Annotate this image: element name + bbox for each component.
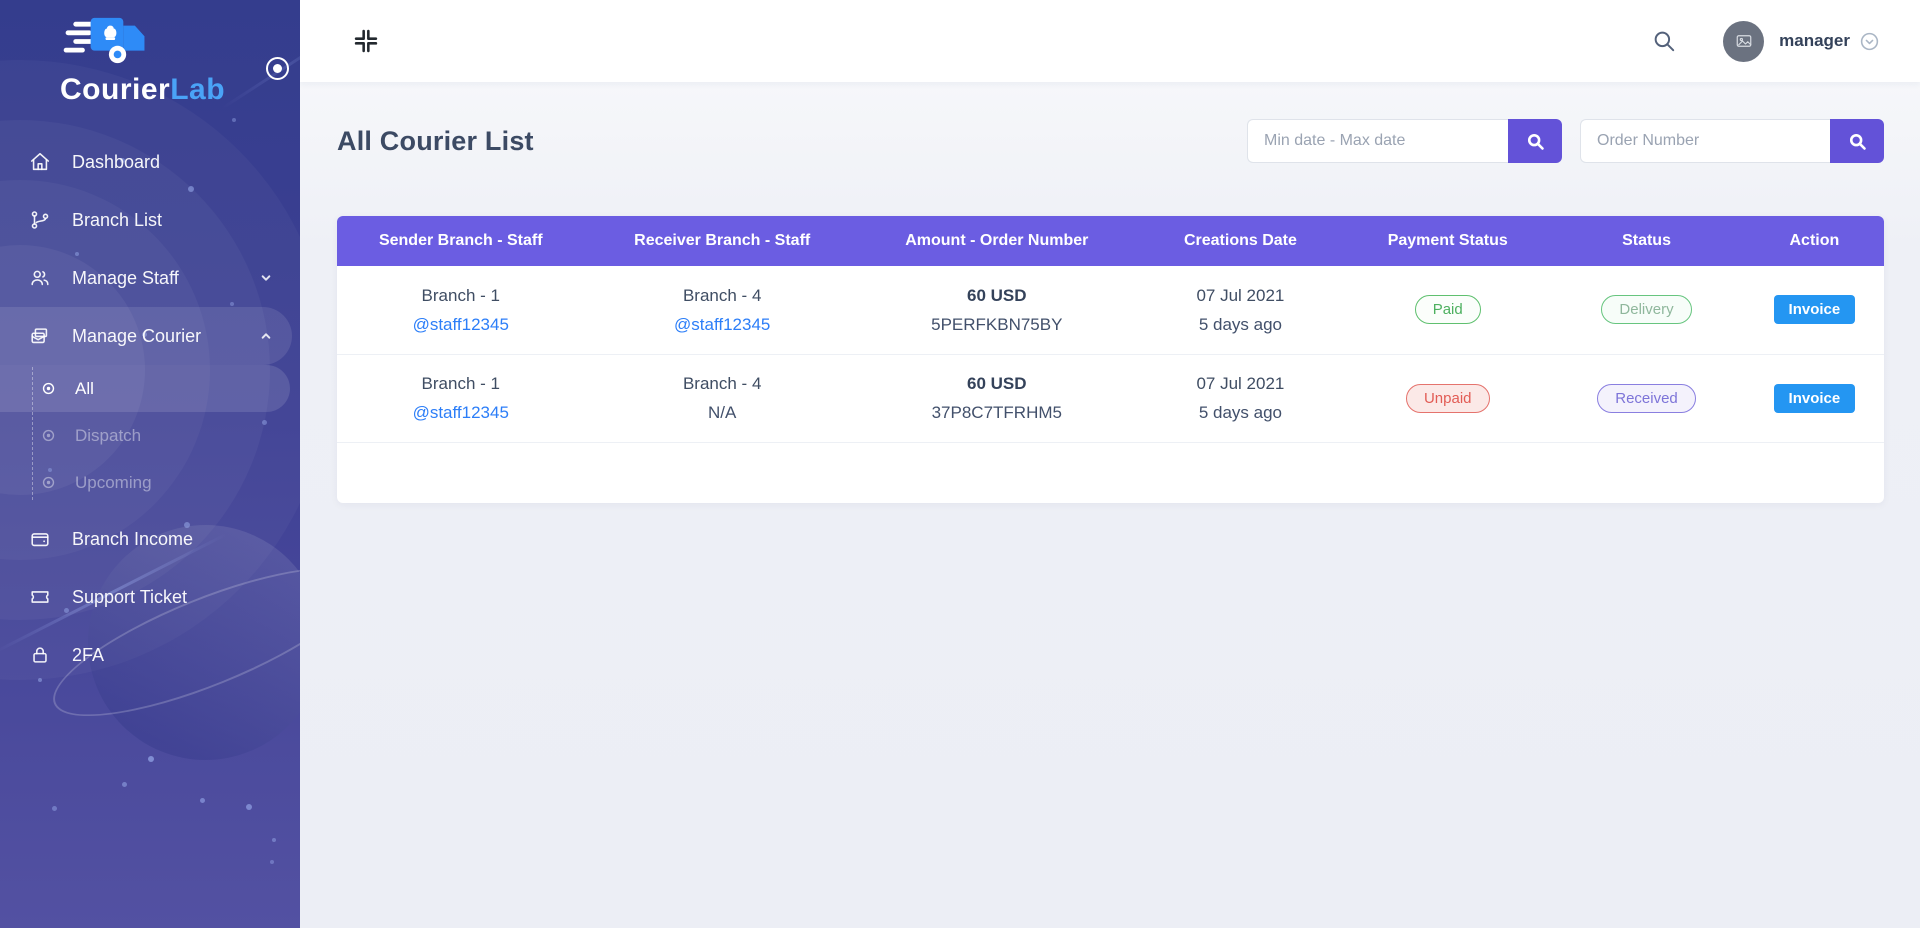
- sender-branch: Branch - 1: [421, 285, 500, 305]
- circle-dot-icon: [42, 429, 55, 442]
- courier-table: Sender Branch - Staff Receiver Branch - …: [337, 216, 1884, 443]
- col-payment: Payment Status: [1347, 216, 1549, 266]
- chevron-up-icon: [261, 333, 271, 339]
- sidebar-collapse-toggle[interactable]: [266, 57, 289, 80]
- sidebar-item-label: Manage Staff: [72, 267, 179, 288]
- filters: [1247, 119, 1884, 163]
- order-number: 37P8C7TFRHM5: [931, 403, 1062, 422]
- sidebar-nav: Dashboard Branch List Manage Staff Manag…: [0, 133, 300, 684]
- col-status: Status: [1548, 216, 1745, 266]
- manage-courier-submenu: All Dispatch Upcoming: [0, 365, 300, 506]
- order-number: 5PERFKBN75BY: [931, 314, 1063, 334]
- date-filter-group: [1247, 119, 1562, 163]
- staff-icon: [31, 270, 49, 286]
- invoice-button[interactable]: Invoice: [1773, 383, 1856, 413]
- col-amount: Amount - Order Number: [859, 216, 1134, 266]
- compress-layout-button[interactable]: [352, 27, 380, 55]
- amount: 60 USD: [967, 285, 1027, 305]
- sender-staff-link[interactable]: @staff12345: [413, 315, 509, 334]
- lock-icon: [33, 647, 47, 663]
- search-icon: [1849, 133, 1866, 150]
- search-icon: [1527, 133, 1544, 150]
- sidebar: CourierLab Dashboard Branch List Manage …: [0, 0, 300, 928]
- sidebar-item-support-ticket[interactable]: Support Ticket: [0, 568, 300, 626]
- chevron-down-circle-icon[interactable]: [1859, 31, 1880, 52]
- receiver-staff-link[interactable]: @staff12345: [674, 315, 770, 334]
- amount: 60 USD: [967, 374, 1027, 393]
- branch-icon: [31, 211, 49, 229]
- brand-logo[interactable]: CourierLab: [0, 0, 300, 107]
- sidebar-item-manage-courier[interactable]: Manage Courier: [0, 307, 292, 365]
- brand-name: CourierLab: [60, 73, 226, 106]
- sidebar-item-branch-income[interactable]: Branch Income: [0, 510, 300, 568]
- col-date: Creations Date: [1133, 216, 1348, 266]
- payment-status-badge: Unpaid: [1405, 383, 1490, 413]
- payment-status-badge: Paid: [1414, 295, 1481, 325]
- sidebar-item-label: 2FA: [72, 644, 105, 665]
- avatar[interactable]: [1723, 20, 1765, 62]
- order-filter-group: [1580, 119, 1884, 163]
- col-receiver: Receiver Branch - Staff: [584, 216, 860, 266]
- date-range-input[interactable]: [1247, 119, 1508, 163]
- status-badge: Received: [1597, 383, 1696, 413]
- user-menu[interactable]: manager: [1779, 31, 1850, 51]
- submenu-item-dispatch[interactable]: Dispatch: [0, 412, 300, 459]
- date-search-button[interactable]: [1508, 119, 1562, 163]
- receiver-branch: Branch - 4: [682, 285, 762, 305]
- truck-icon: [63, 17, 145, 64]
- table-empty-space: [337, 443, 1884, 503]
- search-icon[interactable]: [1651, 28, 1677, 54]
- creation-date: 07 Jul 2021: [1196, 374, 1285, 393]
- main-content: All Courier List Min date - Max date Ord…: [300, 82, 1920, 928]
- table-row: Branch - 1 @staff12345 Branch - 4 @staff…: [337, 266, 1884, 355]
- sidebar-item-label: Branch List: [72, 209, 163, 230]
- creation-date-relative: 5 days ago: [1198, 403, 1283, 422]
- circle-dot-icon: [42, 382, 55, 395]
- col-action: Action: [1744, 216, 1884, 266]
- sidebar-item-branch-list[interactable]: Branch List: [0, 191, 300, 249]
- submenu-item-label: Dispatch: [75, 425, 142, 445]
- sidebar-item-2fa[interactable]: 2FA: [0, 626, 300, 684]
- image-placeholder-icon: [1736, 35, 1751, 47]
- submenu-item-label: All: [75, 378, 94, 398]
- sidebar-item-label: Manage Courier: [72, 325, 202, 346]
- status-badge: Delivery: [1601, 295, 1692, 325]
- creation-date: 07 Jul 2021: [1196, 285, 1285, 305]
- sidebar-item-label: Support Ticket: [72, 586, 188, 607]
- courier-table-card: Sender Branch - Staff Receiver Branch - …: [337, 216, 1884, 503]
- top-header: manager: [300, 0, 1920, 82]
- home-icon: [30, 152, 50, 171]
- order-search-button[interactable]: [1830, 119, 1884, 163]
- submenu-item-label: Upcoming: [75, 472, 152, 492]
- ticket-icon: [31, 591, 49, 603]
- compress-icon: [354, 29, 378, 53]
- chevron-down-icon: [261, 275, 271, 281]
- wallet-icon: [31, 533, 49, 547]
- submenu-item-upcoming[interactable]: Upcoming: [0, 459, 300, 506]
- creation-date-relative: 5 days ago: [1198, 314, 1283, 334]
- table-row: Branch - 1 @staff12345 Branch - 4 N/A 60…: [337, 354, 1884, 443]
- sidebar-item-dashboard[interactable]: Dashboard: [0, 133, 300, 191]
- receiver-staff: N/A: [708, 403, 737, 422]
- sidebar-item-label: Dashboard: [72, 151, 161, 172]
- col-sender: Sender Branch - Staff: [337, 216, 585, 266]
- page-title: All Courier List: [337, 125, 534, 156]
- invoice-button[interactable]: Invoice: [1773, 295, 1856, 325]
- sidebar-item-label: Branch Income: [72, 528, 194, 549]
- receiver-branch: Branch - 4: [682, 374, 762, 393]
- table-header-row: Sender Branch - Staff Receiver Branch - …: [337, 216, 1884, 266]
- sender-branch: Branch - 1: [421, 374, 500, 393]
- courier-icon: [31, 328, 48, 344]
- sidebar-item-manage-staff[interactable]: Manage Staff: [0, 249, 300, 307]
- circle-dot-icon: [42, 476, 55, 489]
- submenu-item-all[interactable]: All: [0, 365, 290, 412]
- sender-staff-link[interactable]: @staff12345: [413, 403, 509, 422]
- order-number-input[interactable]: [1580, 119, 1830, 163]
